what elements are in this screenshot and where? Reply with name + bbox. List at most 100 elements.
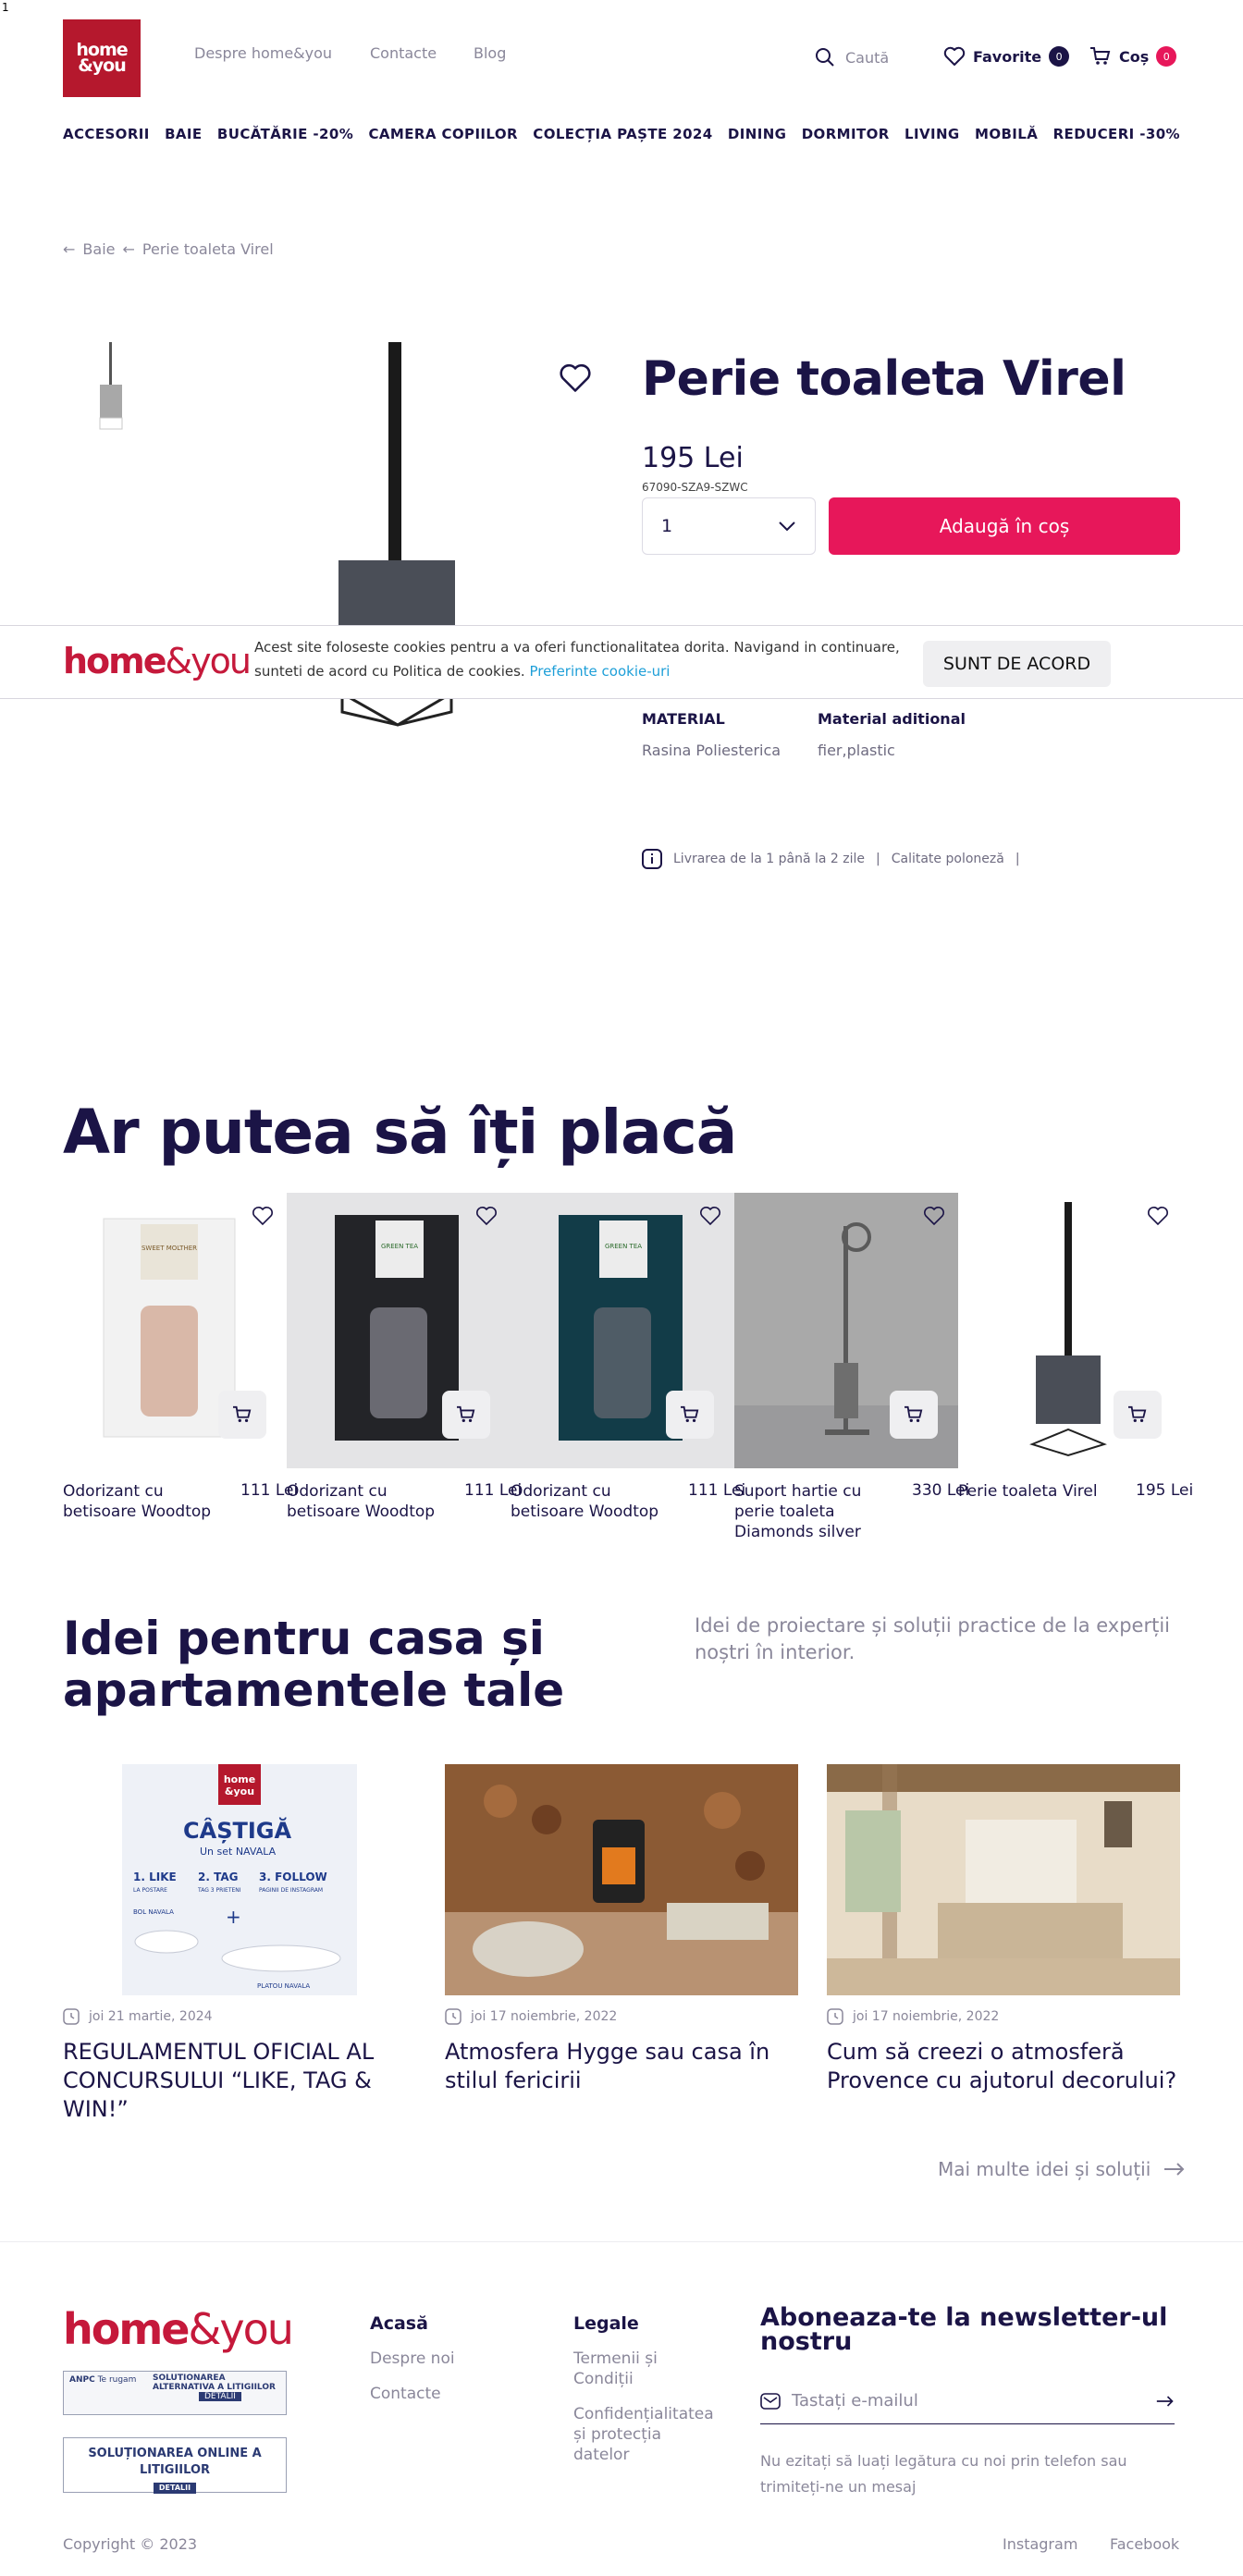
add-to-favorites-icon[interactable] [559,362,592,394]
heart-icon[interactable] [1147,1206,1169,1226]
anpc-sub: Te rugam [97,2375,137,2385]
newsletter-note: Nu ezitați să luați legătura cu noi prin… [760,2452,1127,2496]
cart-icon [905,1405,923,1422]
nav-item-camera-copiilor[interactable]: CAMERA COPIILOR [369,126,518,142]
nav-link-blog[interactable]: Blog [474,44,506,62]
quick-add-cart-button[interactable] [666,1391,714,1439]
blog-post-image: home &you CÂȘTIGĂ Un set NAVALA 1. LIKE … [63,1764,416,1995]
breadcrumb-item-baie[interactable]: Baie [82,240,115,258]
blog-post-card[interactable]: joi 17 noiembrie, 2022 Cum să creezi o a… [827,1764,1180,2093]
nav-item-reduceri[interactable]: REDUCERI -30% [1053,126,1180,142]
footer-link-privacy[interactable]: Confidențialitatea și protecția datelor [573,2404,721,2465]
nav-link-contact[interactable]: Contacte [370,44,437,62]
hygge-room-image [445,1764,798,1995]
newsletter-email-field[interactable]: Tastați e-mailul [760,2378,1175,2424]
product-card[interactable]: Perie toaleta Virel 195 Lei [958,1193,1193,1501]
footer-link-terms[interactable]: Termenii și Condiții [573,2349,694,2389]
logo-bottom-text: &you [78,55,127,76]
quick-add-cart-button[interactable] [1114,1391,1162,1439]
more-ideas-link[interactable]: Mai multe idei și soluții [938,2158,1186,2180]
product-card[interactable]: Suport hartie cu perie toaleta Diamonds … [734,1193,969,1541]
anpc-text: SOLUTIONAREA ALTERNATIVA A LITIGIILOR [153,2374,276,2392]
cookie-logo: home&you [63,641,252,681]
nav-link-about[interactable]: Despre home&you [194,44,332,62]
cart-icon [233,1405,252,1422]
product-card-name[interactable]: Odorizant cu betisoare Woodtop [63,1481,220,1522]
diffuser-box-label: SWEET MOLTHER [142,1245,197,1252]
cart-button[interactable]: Coș 0 [1089,46,1177,67]
breadcrumb-item-product[interactable]: Perie toaleta Virel [142,240,274,258]
site-logo[interactable]: home &you [63,19,141,97]
product-card-name[interactable]: Suport hartie cu perie toaleta Diamonds … [734,1481,892,1542]
promo-step-note-tag: TAG 3 PRIETENI [197,1887,241,1894]
recommendations-title: Ar putea să îți placă [63,1097,737,1168]
blog-post-card[interactable]: home &you CÂȘTIGĂ Un set NAVALA 1. LIKE … [63,1764,416,2122]
nav-item-mobila[interactable]: MOBILĂ [975,126,1038,142]
quantity-select[interactable]: 1 [642,497,816,555]
blog-post-date-text: joi 21 martie, 2024 [89,2009,213,2024]
clock-icon [827,2008,843,2025]
back-arrow-icon: ← [122,240,135,258]
product-card[interactable]: SWEET MOLTHER Odorizant cu betisoare Woo… [63,1193,298,1521]
nav-item-accesorii[interactable]: ACCESORII [63,126,150,142]
back-arrow-icon: ← [63,240,76,258]
search-label: Caută [845,48,890,67]
cookie-preferences-link[interactable]: Preferinte cookie-uri [529,663,670,680]
cookie-accept-button[interactable]: SUNT DE ACORD [923,641,1111,687]
product-card-image [734,1193,958,1468]
quick-add-cart-button[interactable] [890,1391,938,1439]
nav-item-dining[interactable]: DINING [728,126,786,142]
footer-link-about[interactable]: Despre noi [370,2349,455,2369]
blog-post-date: joi 17 noiembrie, 2022 [445,2008,617,2025]
heart-icon[interactable] [699,1206,721,1226]
product-card-image: GREEN TEA [511,1193,734,1468]
add-to-cart-button[interactable]: Adaugă în coș [829,497,1180,555]
search-icon [816,48,834,67]
anpc-sal-badge[interactable]: ANPC Te rugam SOLUTIONAREA ALTERNATIVA A… [63,2371,287,2415]
favorites-button[interactable]: Favorite 0 [943,46,1070,67]
product-card-name[interactable]: Odorizant cu betisoare Woodtop [511,1481,668,1522]
anpc-sol-badge[interactable]: SOLUȚIONAREA ONLINE A LITIGIILOR DETALII [63,2437,287,2494]
heart-icon[interactable] [475,1206,498,1226]
blog-post-title[interactable]: Atmosfera Hygge sau casa în stilul feric… [445,2038,796,2095]
promo-step-like: 1. LIKE [133,1871,177,1883]
nav-item-dormitor[interactable]: DORMITOR [802,126,890,142]
nav-item-living[interactable]: LIVING [905,126,960,142]
quick-add-cart-button[interactable] [442,1391,490,1439]
heart-icon[interactable] [923,1206,945,1226]
nav-item-baie[interactable]: BAIE [165,126,202,142]
cart-count-badge: 0 [1156,46,1177,67]
nav-item-bucatarie[interactable]: BUCĂTĂRIE -20% [217,126,353,142]
arrow-right-icon[interactable] [1156,2395,1175,2408]
favorites-count-badge: 0 [1049,46,1070,67]
product-card-name[interactable]: Odorizant cu betisoare Woodtop [287,1481,444,1522]
product-card-image: GREEN TEA [287,1193,511,1468]
anpc-title: ANPC [69,2375,95,2385]
more-ideas-label: Mai multe idei și soluții [938,2158,1151,2180]
nav-item-colectia-paste[interactable]: COLECȚIA PAȘTE 2024 [533,126,712,142]
plus-icon: + [226,1906,241,1928]
footer-logo[interactable]: home&you [63,2304,294,2354]
blog-post-card[interactable]: joi 17 noiembrie, 2022 Atmosfera Hygge s… [445,1764,798,2093]
search-button[interactable]: Caută [814,46,889,68]
blog-post-date: joi 21 martie, 2024 [63,2008,213,2025]
facebook-link[interactable]: Facebook [1110,2535,1179,2553]
footer-logo-b: &you [188,2304,293,2354]
blog-post-date-text: joi 17 noiembrie, 2022 [853,2009,1000,2024]
product-card[interactable]: GREEN TEA Odorizant cu betisoare Woodtop… [511,1193,745,1521]
quick-add-cart-button[interactable] [218,1391,266,1439]
product-card-name[interactable]: Perie toaleta Virel [958,1481,1115,1502]
product-card-image: SWEET MOLTHER [63,1193,287,1468]
blog-post-image [827,1764,1180,1995]
diffuser-box-label: GREEN TEA [605,1243,642,1250]
instagram-link[interactable]: Instagram [1003,2535,1077,2553]
product-card[interactable]: GREEN TEA Odorizant cu betisoare Woodtop… [287,1193,522,1521]
blog-post-title[interactable]: REGULAMENTUL OFICIAL AL CONCURSULUI “LIK… [63,2038,414,2124]
heart-icon[interactable] [252,1206,274,1226]
footer-col-home-title: Acasă [370,2313,428,2334]
newsletter-email-placeholder: Tastați e-mailul [792,2391,918,2410]
product-thumbnail[interactable] [92,342,129,431]
breadcrumb: ← Baie ← Perie toaleta Virel [63,240,274,258]
footer-link-contact[interactable]: Contacte [370,2384,441,2404]
blog-post-title[interactable]: Cum să creezi o atmosferă Provence cu aj… [827,2038,1178,2095]
